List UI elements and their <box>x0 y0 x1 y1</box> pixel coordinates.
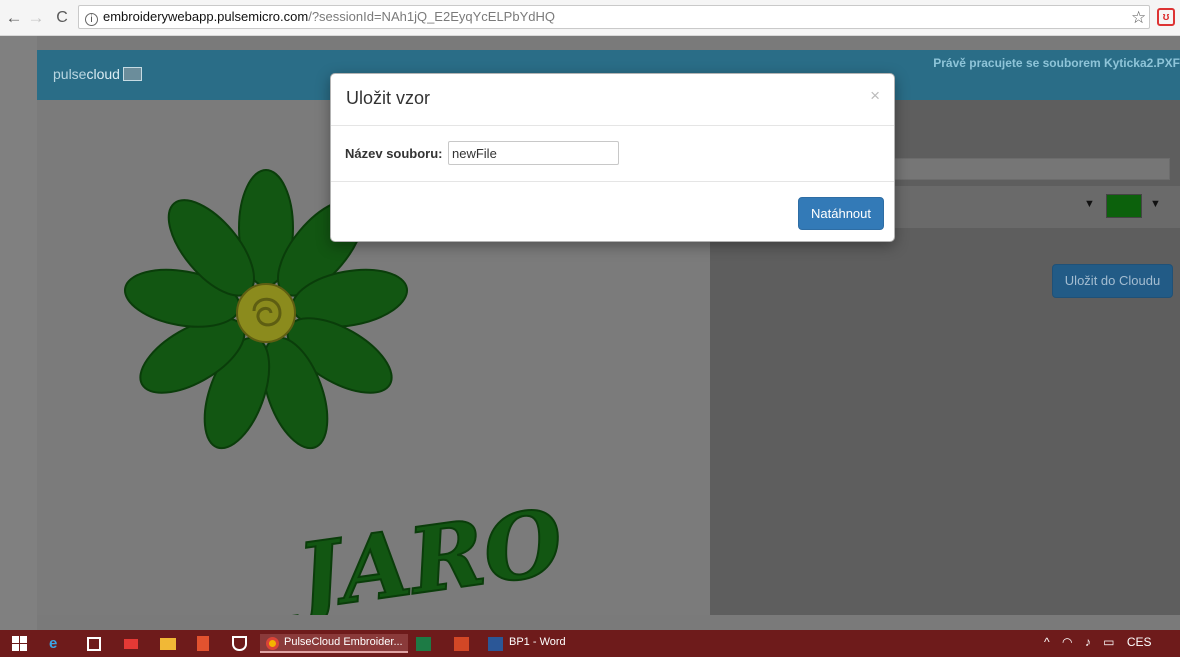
excel-icon[interactable] <box>416 637 431 651</box>
chrome-task-label: PulseCloud Embroider... <box>284 636 403 648</box>
language-indicator[interactable]: CES <box>1127 635 1152 649</box>
taskbar-chrome-window[interactable]: PulseCloud Embroider... <box>260 634 408 653</box>
pulsecloud-logo[interactable]: pulsecloud <box>53 66 142 82</box>
close-icon[interactable]: × <box>870 86 880 106</box>
left-gutter <box>0 36 37 630</box>
store-icon[interactable] <box>87 637 101 651</box>
volume-icon[interactable]: ♪ <box>1085 635 1091 649</box>
notifications-icon[interactable]: ▭ <box>1103 635 1114 649</box>
info-icon[interactable]: i <box>85 13 98 26</box>
word-task-label: BP1 - Word <box>509 636 566 648</box>
file-explorer-icon[interactable] <box>160 638 176 650</box>
chrome-icon <box>266 637 279 650</box>
dialog-title: Uložit vzor <box>346 88 431 108</box>
system-tray: ^ ◠ ♪ ▭ CES <box>1044 635 1161 649</box>
bookmark-star-icon[interactable]: ☆ <box>1131 8 1146 28</box>
taskbar-word-window[interactable]: BP1 - Word <box>488 634 583 653</box>
pdf-app-icon[interactable] <box>197 636 209 651</box>
back-arrow-icon[interactable]: ← <box>4 8 24 28</box>
windows-start-icon[interactable] <box>12 636 28 652</box>
address-bar[interactable]: i embroiderywebapp.pulsemicro.com/?sessio… <box>78 5 1150 29</box>
dialog-header: Uložit vzor × <box>331 74 894 126</box>
extension-shield-icon[interactable]: ʊ <box>1157 8 1175 26</box>
forward-arrow-icon[interactable]: → <box>26 8 46 28</box>
page-footer <box>37 615 1180 630</box>
dropdown-arrow-icon[interactable]: ▼ <box>1084 198 1095 210</box>
filename-input[interactable] <box>448 141 619 165</box>
design-lettering: JARO <box>277 489 570 630</box>
powerpoint-icon[interactable] <box>454 637 469 651</box>
thread-color-row: ▼ ▼ <box>860 186 1180 228</box>
stretch-button[interactable]: Natáhnout <box>798 197 884 230</box>
logo-text-light: pulse <box>53 66 87 82</box>
logo-text-strong: cloud <box>86 66 120 82</box>
save-pattern-dialog: Uložit vzor × Název souboru: Natáhnout <box>330 73 895 242</box>
filename-label: Název souboru: <box>345 146 443 161</box>
cloud-logo-icon <box>122 67 142 81</box>
word-icon <box>488 637 503 651</box>
security-app-icon[interactable] <box>232 636 247 651</box>
edge-icon[interactable]: e <box>49 634 57 653</box>
mail-icon[interactable] <box>124 639 138 649</box>
url-path: /?sessionId=NAh1jQ_E2EyqYcELPbYdHQ <box>308 9 555 24</box>
dialog-body: Název souboru: <box>331 127 894 182</box>
panel-text-input[interactable] <box>880 158 1170 180</box>
wifi-icon[interactable]: ◠ <box>1062 635 1072 649</box>
browser-toolbar: ← → C i embroiderywebapp.pulsemicro.com/?… <box>0 0 1180 36</box>
windows-taskbar: e PulseCloud Embroider... BP1 - Word ^ ◠… <box>0 630 1180 657</box>
working-file-status: Právě pracujete se souborem Kyticka2.PXF <box>933 56 1180 70</box>
save-to-cloud-button[interactable]: Uložit do Cloudu <box>1052 264 1173 298</box>
thread-color-swatch[interactable] <box>1106 194 1142 218</box>
url-host: embroiderywebapp.pulsemicro.com <box>103 9 309 24</box>
tray-chevron-icon[interactable]: ^ <box>1044 635 1050 649</box>
color-dropdown-arrow-icon[interactable]: ▼ <box>1150 198 1161 210</box>
reload-icon[interactable]: C <box>52 8 72 28</box>
